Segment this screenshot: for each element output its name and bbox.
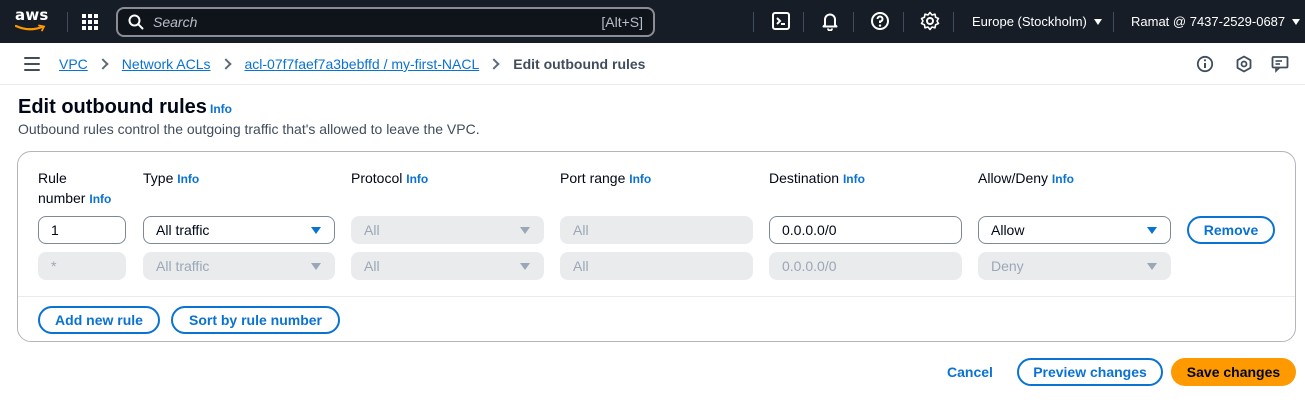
caret-down-icon bbox=[520, 227, 530, 234]
info-panel-icon[interactable] bbox=[1196, 55, 1214, 73]
protocol-select-value: All bbox=[364, 222, 380, 238]
rule-number-info-link[interactable]: Info bbox=[89, 192, 111, 206]
caret-down-icon bbox=[520, 263, 530, 270]
default-rule-number-input: * bbox=[38, 252, 126, 280]
settings-icon[interactable] bbox=[920, 11, 942, 33]
chevron-right-icon bbox=[219, 58, 232, 70]
column-header-port-range: Port range Info bbox=[560, 168, 651, 189]
column-header-protocol-label: Protocol bbox=[351, 170, 403, 186]
nav-divider bbox=[903, 12, 904, 32]
search-input[interactable]: Search [Alt+S] bbox=[116, 7, 655, 37]
caret-down-icon bbox=[311, 227, 321, 234]
nav-divider bbox=[753, 12, 754, 32]
breadcrumb-link-network-acls[interactable]: Network ACLs bbox=[122, 56, 211, 72]
caret-down-icon bbox=[1093, 19, 1102, 25]
protocol-info-link[interactable]: Info bbox=[406, 172, 428, 186]
page-title-info-link[interactable]: Info bbox=[210, 102, 232, 116]
type-select[interactable]: All traffic bbox=[143, 216, 335, 244]
type-select-value: All traffic bbox=[156, 222, 210, 238]
nav-divider bbox=[1113, 12, 1114, 32]
destination-input[interactable]: 0.0.0.0/0 bbox=[769, 216, 962, 244]
column-header-destination-label: Destination bbox=[769, 170, 840, 186]
default-protocol-select-value: All bbox=[364, 258, 380, 274]
destination-info-link[interactable]: Info bbox=[843, 172, 865, 186]
preview-changes-button[interactable]: Preview changes bbox=[1017, 358, 1163, 386]
cloudshell-icon[interactable] bbox=[771, 11, 793, 33]
account-label: Ramat @ 7437-2529-0687 bbox=[1131, 14, 1286, 29]
cancel-button[interactable]: Cancel bbox=[947, 364, 993, 380]
port-range-input: All bbox=[560, 216, 753, 244]
column-header-number-label: number bbox=[38, 190, 86, 206]
protocol-select: All bbox=[351, 216, 544, 244]
default-type-select-value: All traffic bbox=[156, 258, 210, 274]
allow-deny-select-value: Allow bbox=[991, 222, 1025, 238]
breadcrumb-bar: VPC Network ACLs acl-07f7faef7a3bebffd /… bbox=[0, 43, 1305, 85]
default-allow-deny-select-value: Deny bbox=[991, 258, 1024, 274]
bell-icon[interactable] bbox=[820, 11, 842, 33]
region-selector[interactable]: Europe (Stockholm) bbox=[972, 14, 1102, 29]
search-shortcut: [Alt+S] bbox=[601, 14, 643, 30]
nav-divider bbox=[953, 12, 954, 32]
breadcrumb: VPC Network ACLs acl-07f7faef7a3bebffd /… bbox=[59, 56, 645, 72]
sort-by-rule-number-button[interactable]: Sort by rule number bbox=[171, 306, 340, 334]
nav-divider bbox=[67, 12, 68, 32]
menu-icon[interactable] bbox=[24, 57, 40, 71]
account-menu[interactable]: Ramat @ 7437-2529-0687 bbox=[1131, 14, 1301, 29]
column-header-type: Type Info bbox=[143, 168, 199, 189]
logo-smile-icon bbox=[15, 24, 46, 32]
rule-number-input[interactable]: 1 bbox=[38, 216, 126, 244]
logo-text: aws bbox=[15, 6, 49, 24]
column-header-rule-number: Rule number Info bbox=[38, 168, 111, 209]
column-header-allow-deny-label: Allow/Deny bbox=[978, 170, 1049, 186]
caret-down-icon bbox=[1292, 19, 1301, 25]
chevron-right-icon bbox=[97, 58, 109, 70]
container-divider bbox=[18, 296, 1295, 297]
default-allow-deny-select: Deny bbox=[978, 252, 1171, 280]
page-title: Edit outbound rules bbox=[18, 96, 207, 118]
caret-down-icon bbox=[311, 263, 321, 270]
default-port-range-input: All bbox=[560, 252, 753, 280]
save-changes-button[interactable]: Save changes bbox=[1171, 358, 1296, 386]
chevron-right-icon bbox=[488, 58, 500, 70]
add-new-rule-button[interactable]: Add new rule bbox=[38, 306, 160, 334]
column-header-allow-deny: Allow/Deny Info bbox=[978, 168, 1074, 189]
hexagon-icon[interactable] bbox=[1235, 55, 1253, 73]
column-header-destination: Destination Info bbox=[769, 168, 865, 189]
breadcrumb-current: Edit outbound rules bbox=[513, 56, 646, 72]
column-header-protocol: Protocol Info bbox=[351, 168, 428, 189]
feedback-icon[interactable] bbox=[1271, 55, 1289, 73]
breadcrumb-link-vpc[interactable]: VPC bbox=[59, 56, 88, 72]
search-placeholder: Search bbox=[153, 14, 198, 30]
port-range-info-link[interactable]: Info bbox=[629, 172, 651, 186]
allow-deny-select[interactable]: Allow bbox=[978, 216, 1171, 244]
caret-down-icon bbox=[1147, 227, 1157, 234]
nav-divider bbox=[853, 12, 854, 32]
top-navigation: aws Search [Alt+S] Europe (Stockholm) Ra… bbox=[0, 0, 1305, 43]
column-header-type-label: Type bbox=[143, 170, 174, 186]
default-destination-input: 0.0.0.0/0 bbox=[769, 252, 962, 280]
remove-rule-button[interactable]: Remove bbox=[1187, 216, 1275, 244]
services-menu-icon[interactable] bbox=[80, 12, 100, 32]
nav-divider bbox=[803, 12, 804, 32]
default-protocol-select: All bbox=[351, 252, 544, 280]
aws-logo[interactable]: aws bbox=[15, 8, 51, 34]
search-icon bbox=[128, 14, 144, 30]
help-icon[interactable] bbox=[870, 11, 892, 33]
rules-container: Rule number Info Type Info Protocol Info… bbox=[17, 151, 1296, 342]
region-label: Europe (Stockholm) bbox=[972, 14, 1087, 29]
column-header-rule-label: Rule bbox=[38, 170, 67, 186]
breadcrumb-link-acl[interactable]: acl-07f7faef7a3bebffd / my-first-NACL bbox=[245, 56, 480, 72]
caret-down-icon bbox=[1147, 263, 1157, 270]
type-info-link[interactable]: Info bbox=[177, 172, 199, 186]
allow-deny-info-link[interactable]: Info bbox=[1052, 172, 1074, 186]
column-header-port-range-label: Port range bbox=[560, 170, 626, 186]
default-type-select: All traffic bbox=[143, 252, 335, 280]
page-description: Outbound rules control the outgoing traf… bbox=[18, 121, 480, 137]
